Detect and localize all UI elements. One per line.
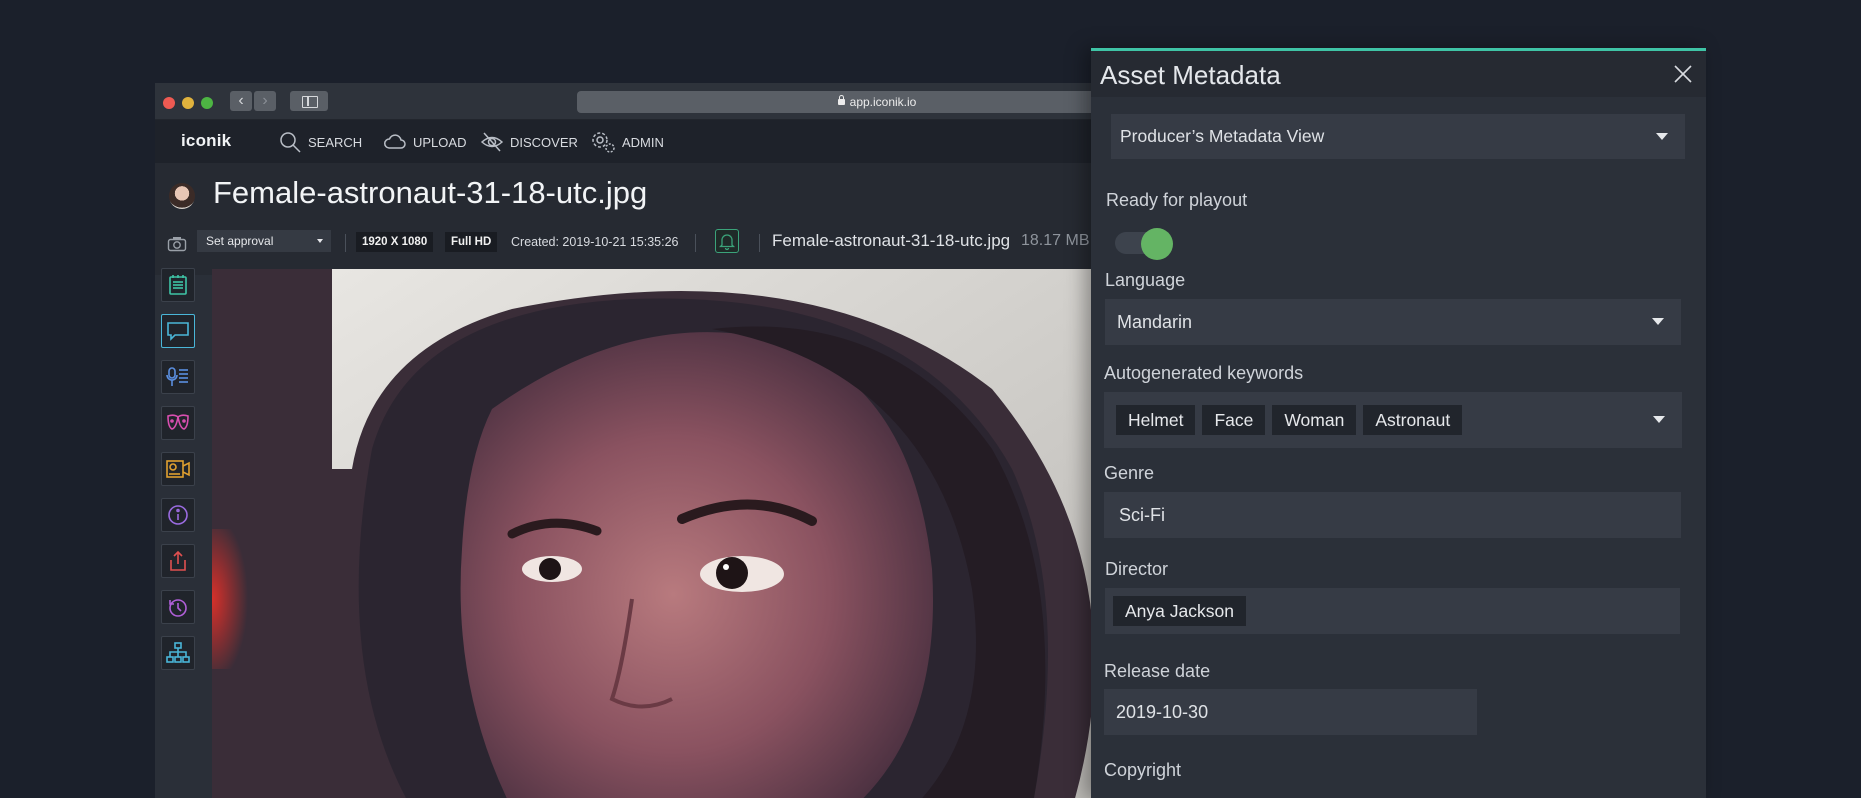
divider [695,234,696,252]
tool-transcript[interactable] [161,360,195,394]
release-date-input[interactable]: 2019-10-30 [1104,689,1477,735]
language-select[interactable]: Mandarin [1105,299,1681,345]
approval-select[interactable]: Set approval [197,230,331,252]
director-chip[interactable]: Anya Jackson [1113,596,1246,626]
sidebar-toggle-button[interactable] [290,91,328,111]
metadata-view-select[interactable]: Producer’s Metadata View [1111,114,1685,159]
tool-info[interactable] [161,498,195,532]
tool-history[interactable] [161,590,195,624]
chevron-down-icon [1653,416,1665,423]
keywords-select[interactable]: Helmet Face Woman Astronaut [1104,392,1682,448]
approval-select-value: Set approval [206,234,274,248]
faces-icon [167,414,189,430]
maximize-window-button[interactable] [201,97,213,109]
astronaut-photo [212,269,1165,798]
app-top-nav: iconik SEARCH UPLOAD DISCOVER ADMIN [155,120,1165,163]
hierarchy-icon [166,642,190,663]
camera-icon[interactable] [167,236,187,252]
genre-value: Sci-Fi [1119,505,1165,525]
created-date: Created: 2019-10-21 15:35:26 [511,235,679,249]
genre-input[interactable]: Sci-Fi [1104,492,1681,538]
keyword-chip[interactable]: Astronaut [1363,405,1463,435]
minimize-window-button[interactable] [182,97,194,109]
close-window-button[interactable] [163,97,175,109]
director-input[interactable]: Anya Jackson [1105,588,1680,634]
copyright-label: Copyright [1104,760,1182,780]
tool-share[interactable] [161,544,195,578]
asset-metadata-panel: Asset Metadata Producer’s Metadata View … [1091,48,1706,798]
director-label: Director [1105,559,1169,579]
chevron-down-icon [317,239,323,243]
release-date-value: 2019-10-30 [1116,702,1209,722]
toggle-knob[interactable] [1141,228,1173,260]
history-icon [169,599,187,617]
lock-icon [837,95,845,105]
nav-upload[interactable]: UPLOAD [383,129,466,155]
browser-titlebar: ‹ › app.iconik.io [155,83,1165,120]
discover-icon [480,132,504,152]
divider [345,234,346,252]
cloud-upload-icon [384,134,406,149]
asset-title: Female-astronaut-31-18-utc.jpg [213,175,648,210]
chevron-down-icon [1652,318,1664,325]
tool-faces[interactable] [161,406,195,440]
divider [759,234,760,252]
info-icon [168,505,188,525]
nav-admin-label: ADMIN [622,134,664,150]
genre-label: Genre [1104,463,1155,483]
nav-upload-label: UPLOAD [413,134,467,150]
file-name: Female-astronaut-31-18-utc.jpg [772,231,1011,250]
gear-icon [592,132,615,153]
resolution-badge: 1920 X 1080 [356,232,434,252]
nav-discover-label: DISCOVER [510,134,578,150]
nav-search-label: SEARCH [308,134,363,150]
release-date-label: Release date [1104,661,1211,681]
tool-hierarchy[interactable] [161,636,195,670]
file-size: 18.17 MB [1021,232,1090,249]
bell-icon [718,234,736,251]
quality-badge: Full HD [445,232,498,252]
tool-notes[interactable] [161,268,195,302]
comment-icon [167,322,189,341]
nav-search[interactable]: SEARCH [278,129,362,155]
keyword-chip[interactable]: Face [1202,405,1266,435]
panel-header: Asset Metadata [1091,51,1706,97]
browser-forward-button[interactable]: › [254,91,276,111]
iconik-logo[interactable]: iconik [181,131,231,151]
keywords-label: Autogenerated keywords [1104,363,1304,383]
close-icon[interactable] [1674,65,1692,83]
chevron-down-icon [1656,133,1668,140]
ready-for-playout-label: Ready for playout [1106,190,1248,210]
tool-video-segments[interactable] [161,452,195,486]
video-segments-icon [166,460,190,478]
keyword-chip[interactable]: Woman [1272,405,1357,435]
nav-admin[interactable]: ADMIN [590,129,664,155]
browser-window: ‹ › app.iconik.io iconik SEARCH UPLOAD D… [155,83,1165,798]
notifications-button[interactable] [715,229,739,253]
transcript-icon [166,367,188,386]
notes-icon [169,275,187,295]
search-icon [280,132,301,153]
keyword-chip[interactable]: Helmet [1116,405,1196,435]
user-avatar[interactable] [169,183,195,209]
url-text: app.iconik.io [849,95,917,109]
language-label: Language [1105,270,1186,290]
nav-discover[interactable]: DISCOVER [480,129,578,155]
browser-back-button[interactable]: ‹ [230,91,252,111]
language-value: Mandarin [1117,312,1193,332]
panel-title: Asset Metadata [1100,60,1281,90]
asset-preview-image[interactable] [212,269,1165,798]
share-icon [170,550,186,571]
asset-meta-row: Set approval 1920 X 1080 Full HD Created… [155,226,1165,260]
tool-comments[interactable] [161,314,195,348]
metadata-view-value: Producer’s Metadata View [1120,126,1325,146]
address-bar[interactable]: app.iconik.io [577,91,1165,113]
